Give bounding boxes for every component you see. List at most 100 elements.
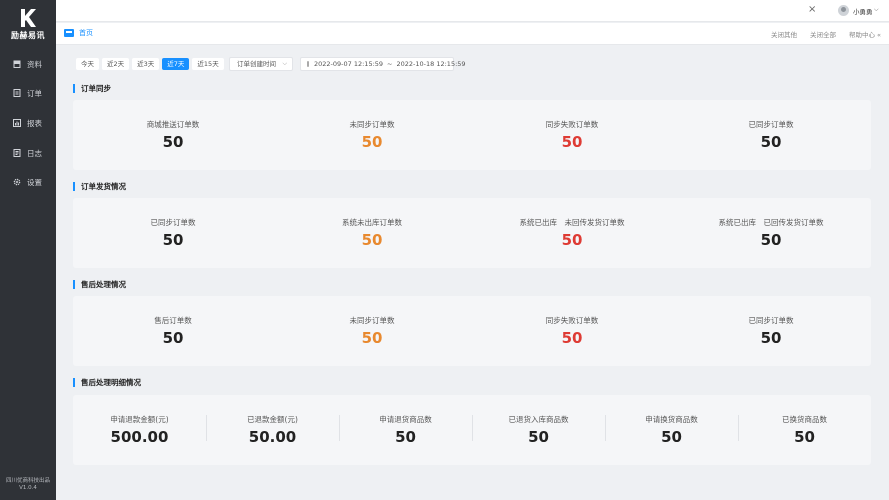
sidebar-item-logs[interactable]: 日志 — [0, 142, 56, 164]
range-chip-2days[interactable]: 近2天 — [102, 58, 130, 70]
stat-value: 50 — [760, 133, 782, 151]
stat-item: 未同步订单数 50 — [272, 100, 472, 170]
stat-label: 系统未出库订单数 — [342, 218, 402, 227]
sidebar-footer-company: 四川优商科技出品 — [5, 478, 50, 484]
monitor-icon — [64, 29, 74, 37]
stat-value: 50 — [760, 231, 782, 249]
brand-name: 励赫易讯 — [11, 31, 45, 40]
section-accent-bar — [73, 378, 75, 387]
chart-icon — [13, 119, 21, 127]
sidebar-item-label: 资料 — [27, 59, 42, 69]
stat-item: 申请换货商品数 50 — [605, 395, 738, 465]
stat-item: 申请退货商品数 50 — [339, 395, 472, 465]
stat-label: 已退货入库商品数 — [508, 415, 569, 424]
stat-label: 已同步订单数 — [748, 316, 794, 325]
sidebar-item-label: 报表 — [27, 118, 42, 128]
sidebar-item-reports[interactable]: 报表 — [0, 112, 56, 134]
stat-value: 50 — [395, 428, 416, 446]
log-icon — [13, 149, 21, 157]
stat-value: 500.00 — [110, 428, 169, 446]
range-chip-3days[interactable]: 近3天 — [132, 58, 160, 70]
section-accent-bar — [73, 84, 75, 93]
chevron-down-icon: ⌵ — [282, 60, 287, 67]
stat-label: 申请退货商品数 — [379, 415, 432, 424]
user-name[interactable]: 小勇勇 — [853, 6, 873, 16]
section-title-text: 售后处理情况 — [81, 280, 126, 289]
help-center-link[interactable]: 帮助中心 « — [849, 29, 881, 39]
sidebar: 励赫易讯 资料 订单 报表 日志 设置 四川优商科技出品 V1.0.4 — [0, 0, 56, 500]
tab-strip: 首页 关闭其他 关闭全部 帮助中心 « — [56, 23, 889, 45]
stat-item: 售后订单数 50 — [73, 296, 273, 366]
archive-icon — [13, 60, 21, 68]
range-chip-7days[interactable]: 近7天 — [162, 58, 190, 70]
stat-item: 系统已出库 未回传发货订单数 50 — [472, 198, 672, 268]
section-title: 售后处理明细情况 — [73, 377, 141, 388]
tab-home[interactable]: 首页 — [64, 28, 93, 38]
avatar[interactable] — [838, 5, 849, 16]
brand-logo-mark — [21, 9, 36, 27]
stat-item: 申请退款金额(元) 500.00 — [73, 395, 206, 465]
stat-label: 已同步订单数 — [748, 120, 794, 129]
section-title-text: 订单发货情况 — [81, 182, 126, 191]
brand-logo: 励赫易讯 — [0, 8, 56, 44]
stat-value: 50.00 — [248, 428, 297, 446]
range-chip-15days[interactable]: 近15天 — [192, 58, 224, 70]
stats-card-order-sync: 商城推送订单数 50 未同步订单数 50 同步失败订单数 50 已同步订单数 5… — [73, 100, 871, 170]
section-accent-bar — [73, 182, 75, 191]
stat-label: 未同步订单数 — [349, 316, 395, 325]
sidebar-item-label: 日志 — [27, 148, 42, 158]
close-all-link[interactable]: 关闭全部 — [810, 29, 836, 39]
stat-value: 50 — [361, 133, 383, 151]
stat-item: 已退货入库商品数 50 — [472, 395, 605, 465]
stat-value: 50 — [661, 428, 682, 446]
chevron-down-icon[interactable]: ⌵ — [874, 6, 879, 14]
range-chip-today[interactable]: 今天 — [76, 58, 99, 70]
stat-label: 系统已出库 已回传发货订单数 — [718, 218, 824, 227]
stat-item: 已同步订单数 50 — [671, 100, 871, 170]
stat-item: 未同步订单数 50 — [272, 296, 472, 366]
stats-card-aftersale: 售后订单数 50 未同步订单数 50 同步失败订单数 50 已同步订单数 50 — [73, 296, 871, 366]
date-separator: ~ — [387, 60, 393, 68]
time-type-select[interactable]: 订单创建时间 ⌵ — [229, 57, 293, 71]
stat-item: 系统已出库 已回传发货订单数 50 — [671, 198, 871, 268]
sidebar-item-label: 设置 — [27, 177, 42, 187]
sidebar-item-label: 订单 — [27, 88, 42, 98]
sidebar-item-orders[interactable]: 订单 — [0, 82, 56, 104]
stat-label: 系统已出库 未回传发货订单数 — [519, 218, 625, 227]
section-title: 订单发货情况 — [73, 181, 126, 192]
date-range-picker[interactable]: 2022-09-07 12:15:59 ~ 2022-10-18 12:15:5… — [300, 57, 466, 71]
stat-value: 50 — [794, 428, 815, 446]
date-start: 2022-09-07 12:15:59 — [314, 60, 384, 68]
section-title-text: 订单同步 — [81, 84, 111, 93]
calendar-icon — [307, 61, 309, 67]
stat-item: 已换货商品数 50 — [738, 395, 871, 465]
stat-item: 同步失败订单数 50 — [472, 296, 672, 366]
stat-value: 50 — [162, 231, 184, 249]
stat-value: 50 — [361, 329, 383, 347]
stat-label: 未同步订单数 — [349, 120, 395, 129]
stats-card-aftersale-detail: 申请退款金额(元) 500.00 已退款金额(元) 50.00 申请退货商品数 … — [73, 395, 871, 465]
stat-label: 已同步订单数 — [150, 218, 196, 227]
sidebar-item-archive[interactable]: 资料 — [0, 53, 56, 75]
section-title: 订单同步 — [73, 83, 111, 94]
stat-item: 系统未出库订单数 50 — [272, 198, 472, 268]
gear-icon — [13, 178, 21, 186]
stat-value: 50 — [760, 329, 782, 347]
stat-label: 已退款金额(元) — [247, 415, 298, 424]
close-others-link[interactable]: 关闭其他 — [771, 29, 797, 39]
stat-label: 已换货商品数 — [782, 415, 827, 424]
sidebar-item-settings[interactable]: 设置 — [0, 171, 56, 193]
stat-item: 同步失败订单数 50 — [472, 100, 672, 170]
order-icon — [13, 89, 21, 97]
section-title: 售后处理情况 — [73, 279, 126, 290]
tab-actions: 关闭其他 关闭全部 帮助中心 « — [771, 29, 881, 39]
stat-value: 50 — [561, 133, 583, 151]
top-bar: × 小勇勇 ⌵ — [56, 0, 889, 22]
section-accent-bar — [73, 280, 75, 289]
time-type-value: 订单创建时间 — [237, 60, 276, 68]
stat-value: 50 — [162, 133, 184, 151]
tab-home-label: 首页 — [79, 29, 93, 37]
sidebar-footer-version: V1.0.4 — [19, 485, 37, 491]
close-icon[interactable]: × — [808, 4, 816, 15]
stat-item: 商城推送订单数 50 — [73, 100, 273, 170]
